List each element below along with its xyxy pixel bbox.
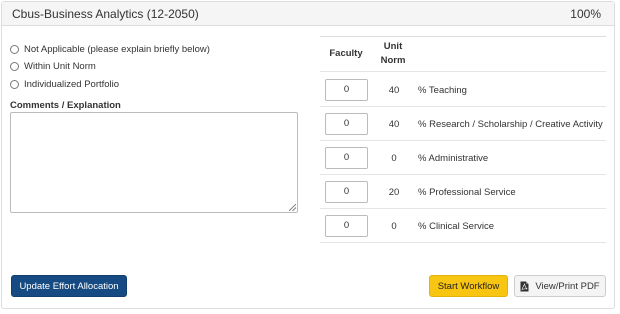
header-faculty: Faculty	[329, 48, 363, 59]
row-label-administrative: % Administrative	[418, 153, 489, 164]
file-pdf-icon	[520, 281, 529, 291]
faculty-input-professional-service[interactable]: 0	[325, 181, 368, 203]
radio-not-applicable[interactable]	[10, 44, 19, 54]
update-button-label: Update Effort Allocation	[19, 280, 119, 292]
option-label: Individualized Portfolio	[24, 78, 120, 90]
option-not-applicable[interactable]: Not Applicable (please explain briefly b…	[10, 42, 210, 56]
row-label-research: % Research / Scholarship / Creative Acti…	[418, 119, 603, 130]
unit-norm-clinical-service: 0	[391, 221, 397, 232]
unit-norm-administrative: 0	[391, 153, 397, 164]
option-label: Not Applicable (please explain briefly b…	[24, 43, 210, 55]
radio-within-unit-norm[interactable]	[10, 61, 19, 71]
panel-heading: Cbus-Business Analytics (12-2050) 100%	[2, 2, 614, 26]
radio-individualized-portfolio[interactable]	[10, 79, 19, 89]
unit-norm-research: 40	[388, 119, 400, 130]
row-label-teaching: % Teaching	[418, 85, 467, 96]
row-label-clinical-service: % Clinical Service	[418, 221, 495, 232]
resize-grip-icon[interactable]	[289, 204, 296, 211]
update-effort-allocation-button[interactable]: Update Effort Allocation	[11, 275, 127, 297]
faculty-input-research[interactable]: 0	[325, 113, 368, 135]
table-divider	[320, 106, 606, 107]
table-divider	[320, 71, 606, 72]
row-label-professional-service: % Professional Service	[418, 187, 516, 198]
table-top-border	[320, 36, 606, 37]
header-unit-norm-line2: Norm	[380, 55, 406, 66]
faculty-input-clinical-service[interactable]: 0	[325, 215, 368, 237]
start-workflow-button[interactable]: Start Workflow	[429, 275, 508, 297]
table-divider	[320, 242, 606, 243]
panel-percent: 100%	[570, 7, 601, 21]
header-unit-norm: Unit Norm	[373, 40, 413, 68]
table-divider	[320, 174, 606, 175]
comments-label: Comments / Explanation	[10, 100, 121, 111]
option-individualized-portfolio[interactable]: Individualized Portfolio	[10, 77, 119, 91]
option-label: Within Unit Norm	[24, 60, 96, 72]
unit-norm-teaching: 40	[388, 85, 400, 96]
faculty-input-teaching[interactable]: 0	[325, 79, 368, 101]
option-within-unit-norm[interactable]: Within Unit Norm	[10, 59, 96, 73]
table-divider	[320, 208, 606, 209]
header-unit-norm-line1: Unit	[383, 41, 403, 52]
faculty-input-administrative[interactable]: 0	[325, 147, 368, 169]
start-workflow-label: Start Workflow	[437, 280, 500, 292]
panel-title: Cbus-Business Analytics (12-2050)	[12, 7, 199, 21]
view-pdf-label: View/Print PDF	[535, 280, 600, 292]
view-print-pdf-button[interactable]: View/Print PDF	[514, 275, 606, 297]
table-divider	[320, 140, 606, 141]
comments-textarea[interactable]	[10, 112, 298, 213]
unit-norm-professional-service: 20	[388, 187, 400, 198]
